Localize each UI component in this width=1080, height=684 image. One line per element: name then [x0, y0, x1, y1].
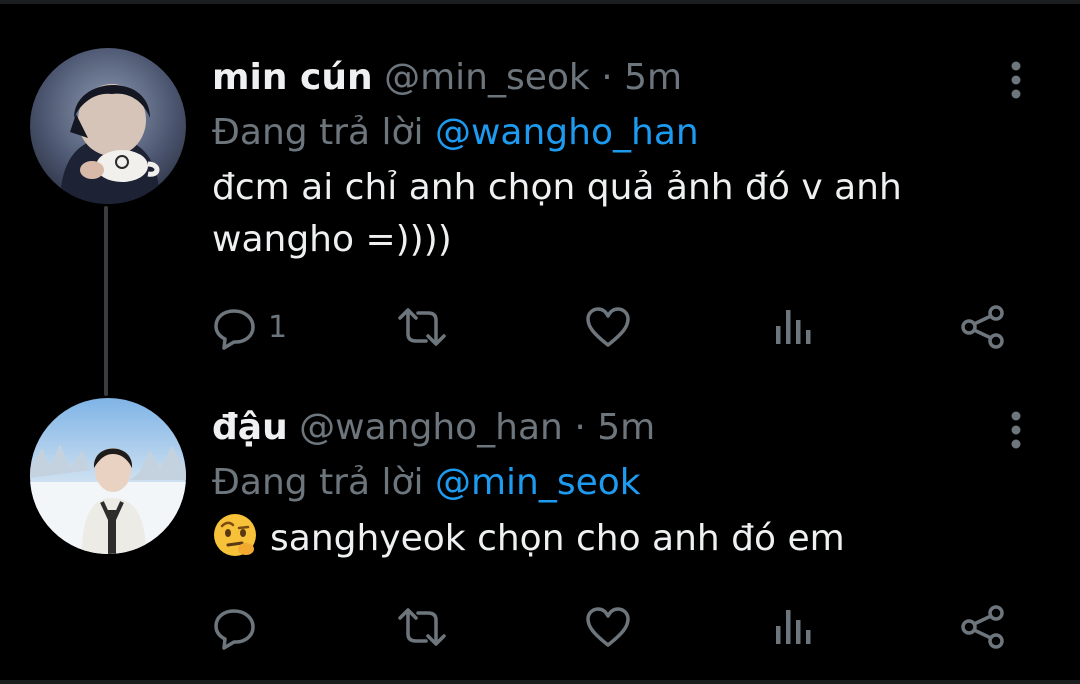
display-name[interactable]: đậu [212, 407, 288, 448]
share-icon [961, 605, 1004, 649]
tweet-actions [212, 602, 1012, 652]
like-icon [586, 607, 630, 647]
views-icon [776, 310, 811, 344]
like-icon [586, 307, 630, 347]
share-button[interactable] [960, 602, 1006, 652]
replying-to: Đang trả lời @min_seok [212, 458, 1020, 508]
bottom-divider [0, 680, 1080, 684]
replying-to: Đang trả lời @wangho_han [212, 108, 1020, 158]
display-name[interactable]: min cún [212, 57, 373, 98]
views-icon [776, 610, 811, 644]
tweet-text: sanghyeok chọn cho anh đó em [270, 518, 845, 559]
replying-to-mention[interactable]: @wangho_han [435, 112, 699, 153]
views-button[interactable] [774, 302, 814, 352]
tweet-text: đcm ai chỉ anh chọn quả ảnh đó v anh wan… [212, 167, 902, 260]
replying-to-label: Đang trả lời [212, 112, 424, 153]
tweet-header: đậu @wangho_han · 5m [212, 398, 1020, 458]
tweet-thread: min cún @min_seok · 5m Đang trả lời @wan… [0, 0, 1080, 684]
more-options-icon[interactable] [1004, 410, 1028, 450]
tweet-text-container: sanghyeok chọn cho anh đó em [212, 512, 972, 565]
retweet-button[interactable] [396, 602, 448, 652]
reply-count: 1 [268, 309, 288, 345]
thread-connector-line [104, 206, 108, 396]
retweet-icon [398, 608, 446, 646]
reply-icon [214, 609, 255, 650]
avatar[interactable] [30, 48, 186, 204]
retweet-button[interactable] [396, 302, 448, 352]
face-with-raised-eyebrow-emoji [212, 512, 258, 558]
share-icon [961, 305, 1004, 349]
separator-dot: · [601, 57, 613, 98]
replying-to-label: Đang trả lời [212, 462, 424, 503]
reply-button[interactable] [212, 602, 268, 652]
avatar[interactable] [30, 398, 186, 554]
replying-to-mention[interactable]: @min_seok [435, 462, 641, 503]
timestamp[interactable]: 5m [624, 57, 682, 98]
more-options-icon[interactable] [1004, 60, 1028, 100]
user-handle[interactable]: @wangho_han [299, 407, 563, 448]
separator-dot: · [574, 407, 586, 448]
views-button[interactable] [774, 602, 814, 652]
tweet-actions: 1 [212, 302, 1012, 352]
reply-button[interactable]: 1 [212, 302, 287, 352]
retweet-icon [398, 308, 446, 346]
user-handle[interactable]: @min_seok [384, 57, 590, 98]
like-button[interactable] [584, 302, 632, 352]
like-button[interactable] [584, 602, 632, 652]
share-button[interactable] [960, 302, 1006, 352]
reply-icon [214, 309, 255, 350]
tweet-header: min cún @min_seok · 5m [212, 48, 1020, 108]
timestamp[interactable]: 5m [597, 407, 655, 448]
